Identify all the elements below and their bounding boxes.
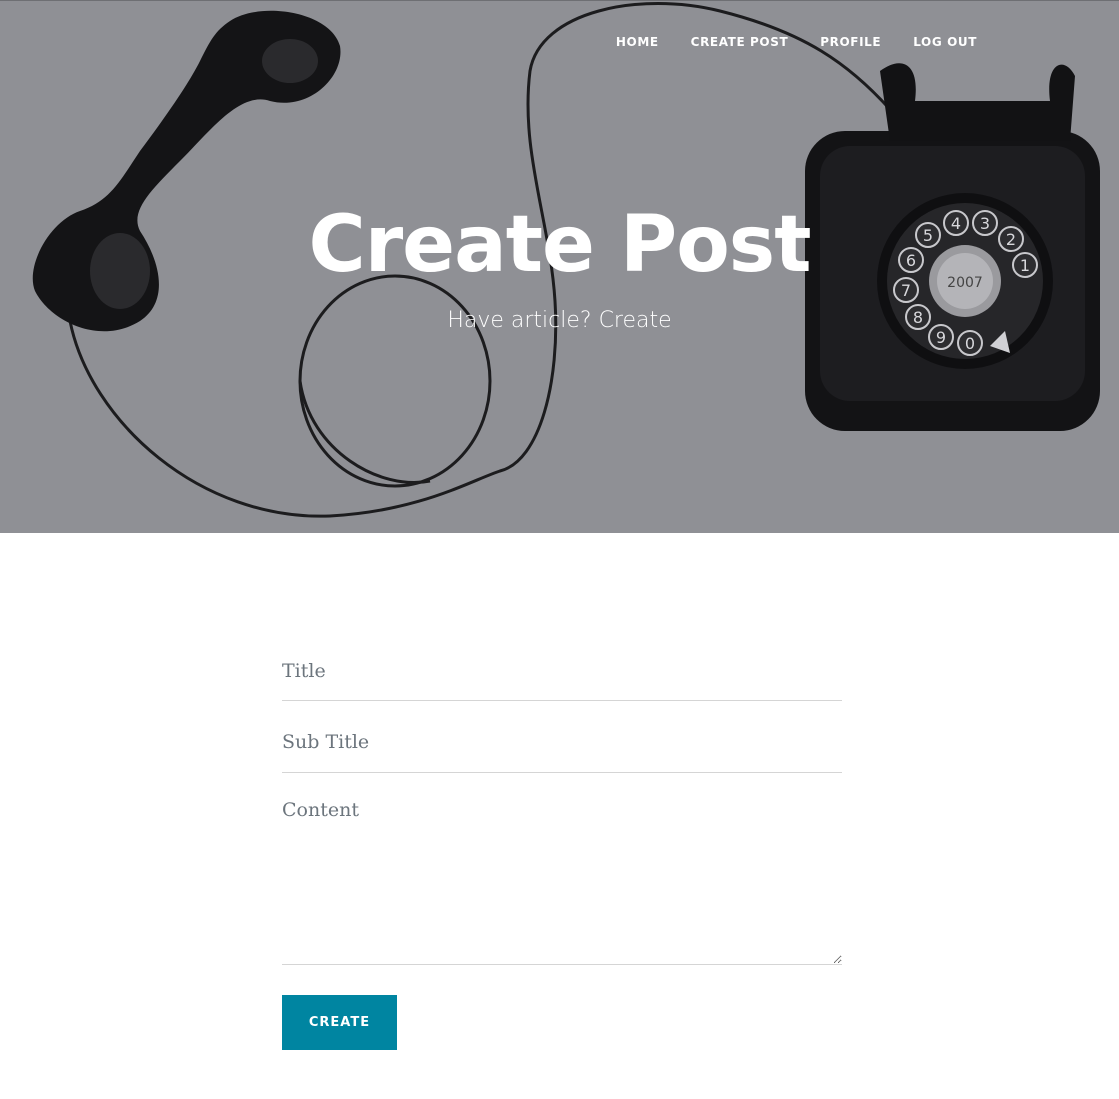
nav-profile[interactable]: PROFILE [820,35,881,49]
hero-header: 2007 5 4 3 2 1 6 7 8 9 0 HOME CREATE POS… [0,0,1119,533]
create-button[interactable]: CREATE [282,995,397,1050]
nav-create-post[interactable]: CREATE POST [691,35,789,49]
create-post-form: CREATE [282,640,842,1050]
nav-home[interactable]: HOME [616,35,659,49]
content-textarea[interactable] [282,773,842,965]
nav-log-out[interactable]: LOG OUT [913,35,977,49]
page-title: Create Post [308,200,811,290]
main-nav: HOME CREATE POST PROFILE LOG OUT [616,35,977,49]
subtitle-input[interactable] [282,701,842,773]
page-subtitle: Have article? Create [447,308,672,333]
title-input[interactable] [282,640,842,701]
svg-text:0: 0 [965,334,975,353]
